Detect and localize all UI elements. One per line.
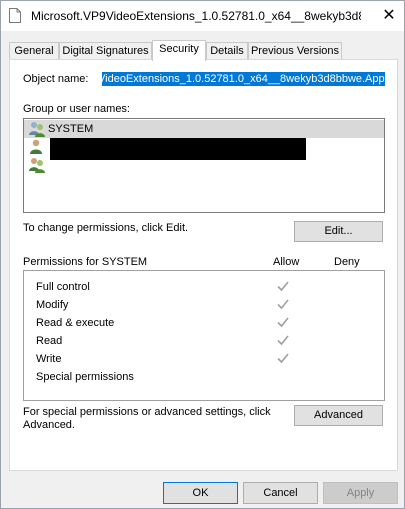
allow-check-icon: [277, 299, 289, 310]
list-item-redacted-group[interactable]: [24, 142, 384, 174]
tab-details[interactable]: Details: [206, 42, 248, 60]
deny-header: Deny: [334, 256, 360, 268]
ok-button[interactable]: OK: [163, 482, 238, 504]
title-bar[interactable]: Microsoft.VP9VideoExtensions_1.0.52781.0…: [1, 1, 404, 31]
permissions-for-label: Permissions for SYSTEM: [23, 256, 148, 268]
users-group-icon: [29, 158, 45, 173]
object-name-field[interactable]: VideoExtensions_1.0.52781.0_x64__8wekyb3…: [102, 72, 385, 86]
permission-name: Read & execute: [36, 317, 115, 329]
change-permissions-text: To change permissions, click Edit.: [23, 222, 189, 234]
users-group-icon: [29, 122, 45, 137]
user-icon: [30, 139, 42, 154]
permissions-list: Full control Modify Read & execute Read …: [23, 270, 385, 401]
permission-name: Modify: [36, 299, 69, 311]
permission-name: Read: [36, 335, 63, 347]
permission-row: Modify: [24, 296, 384, 314]
users-listbox[interactable]: SYSTEM: [23, 118, 385, 213]
window-title: Microsoft.VP9VideoExtensions_1.0.52781.0…: [31, 9, 361, 23]
advanced-text-line2: Advanced.: [23, 419, 75, 431]
permission-row: Special permissions: [24, 368, 384, 386]
object-name-value: VideoExtensions_1.0.52781.0_x64__8wekyb3…: [102, 73, 385, 85]
group-users-label: Group or user names:: [23, 103, 130, 115]
allow-check-icon: [277, 317, 289, 328]
user-name: SYSTEM: [48, 123, 94, 135]
permission-name: Full control: [36, 281, 90, 293]
apply-button[interactable]: Apply: [323, 482, 398, 504]
advanced-text-line1: For special permissions or advanced sett…: [23, 406, 271, 418]
object-name-label: Object name:: [23, 73, 89, 85]
permission-row: Read & execute: [24, 314, 384, 332]
tab-previous-versions[interactable]: Previous Versions: [248, 42, 342, 60]
permission-name: Write: [36, 353, 62, 365]
properties-dialog: Microsoft.VP9VideoExtensions_1.0.52781.0…: [0, 0, 405, 509]
edit-button[interactable]: Edit...: [294, 221, 383, 242]
allow-check-icon: [277, 353, 289, 364]
allow-check-icon: [277, 281, 289, 292]
tab-general[interactable]: General: [9, 42, 59, 60]
tab-digital-signatures[interactable]: Digital Signatures: [59, 42, 152, 60]
allow-check-icon: [277, 335, 289, 346]
permission-name: Special permissions: [36, 371, 134, 383]
permission-row: Full control: [24, 278, 384, 296]
document-icon: [9, 8, 21, 23]
allow-header: Allow: [273, 256, 300, 268]
advanced-button[interactable]: Advanced: [294, 405, 383, 426]
permission-row: Write: [24, 350, 384, 368]
list-item-system[interactable]: SYSTEM: [24, 120, 384, 138]
tab-security[interactable]: Security: [152, 40, 206, 61]
redacted-name: [50, 142, 306, 160]
cancel-button[interactable]: Cancel: [243, 482, 318, 504]
security-panel: Object name: VideoExtensions_1.0.52781.0…: [9, 59, 398, 471]
permission-row: Read: [24, 332, 384, 350]
close-button[interactable]: ✕: [374, 1, 404, 31]
